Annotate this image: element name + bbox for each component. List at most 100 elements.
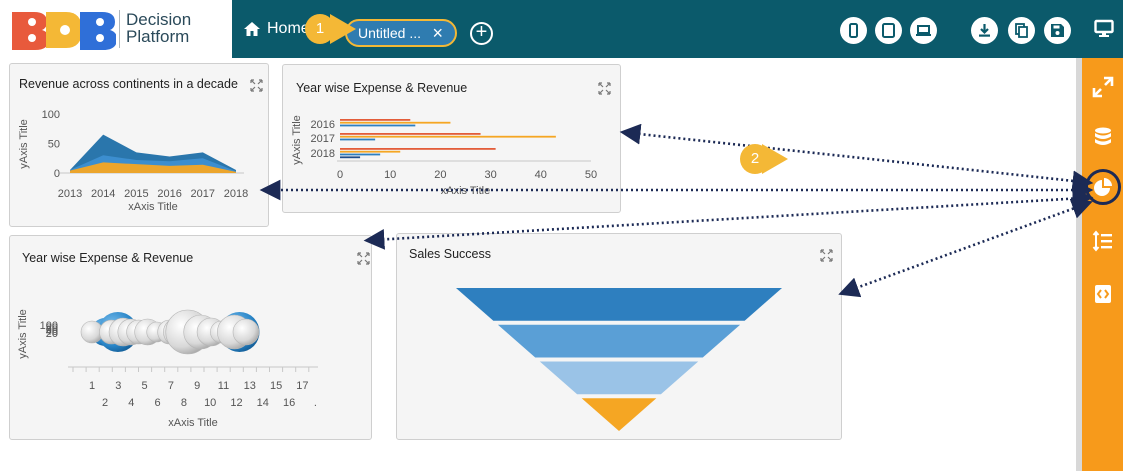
widget-funnel-chart[interactable]: Sales Success (396, 233, 842, 440)
mobile-preview-button[interactable] (840, 17, 867, 44)
dashboard-designer: Decision Platform Home Untitled ... × + (0, 0, 1123, 471)
widget-area-chart[interactable]: Revenue across continents in a decade 05… (9, 63, 269, 227)
y-tick-label: 0 (54, 168, 60, 180)
x-tick-label: 50 (585, 169, 597, 181)
x-tick-label: 2014 (91, 188, 115, 200)
arrow-to-bar-widget (619, 123, 1094, 192)
y-tick-label: 20 (46, 328, 58, 340)
y-tick-label: 2018 (311, 148, 335, 160)
widget-bubble-chart[interactable]: Year wise Expense & Revenue 100 80 60 40 20 1… (9, 235, 372, 440)
x-axis-title: xAxis Title (168, 417, 218, 429)
sort-list-icon[interactable] (1092, 230, 1114, 252)
bar (340, 138, 376, 141)
database-icon[interactable] (1092, 126, 1114, 148)
x-tick-label: 8 (181, 397, 187, 409)
logo-divider (119, 10, 120, 48)
y-axis-title: yAxis Title (291, 115, 303, 165)
properties-sidebar (1082, 58, 1123, 471)
tablet-preview-button[interactable] (875, 17, 902, 44)
top-navigation-bar: Decision Platform Home Untitled ... × + (0, 0, 1123, 58)
monitor-icon[interactable] (1094, 19, 1114, 39)
script-icon[interactable] (1092, 283, 1114, 305)
bar (340, 156, 361, 159)
laptop-preview-icon (916, 25, 931, 36)
x-tick-label: 10 (204, 397, 216, 409)
x-tick-label: 2017 (191, 188, 215, 200)
y-axis-title: yAxis Title (18, 119, 30, 169)
add-tab-button[interactable]: + (470, 22, 493, 45)
tab-close-icon[interactable]: × (432, 21, 443, 45)
download-button[interactable] (971, 17, 998, 44)
home-link[interactable]: Home (243, 20, 310, 38)
x-tick-label: 14 (257, 397, 269, 409)
x-tick-label: 7 (168, 380, 174, 392)
x-tick-label: 13 (244, 380, 256, 392)
y-tick-label: 2017 (311, 133, 335, 145)
brand-name-line1: Decision (126, 10, 192, 29)
funnel-segment (581, 398, 657, 431)
x-tick-label: 2015 (124, 188, 148, 200)
bubble (232, 318, 260, 346)
brand-logo[interactable]: Decision Platform (0, 0, 232, 58)
save-icon (1051, 24, 1064, 37)
x-tick-label: 2016 (157, 188, 181, 200)
home-icon (244, 22, 260, 36)
mobile-preview-icon (849, 23, 858, 38)
funnel-segment (497, 324, 741, 358)
x-tick-label: 40 (535, 169, 547, 181)
bar (340, 124, 416, 127)
funnel-chart (456, 288, 782, 431)
bar-chart: 2016 2017 20180 10 20 30 40 50 xAxis Title yAxis … (291, 115, 597, 197)
area-chart: 0 50 100 2013 2014 2015 2016 2017 2018 xAxis Titl… (18, 109, 248, 213)
bar (340, 121, 451, 124)
x-tick-label: 12 (230, 397, 242, 409)
save-button[interactable] (1044, 17, 1071, 44)
arrow-to-funnel-widget (838, 198, 1093, 298)
x-tick-label: 2018 (224, 188, 248, 200)
x-tick-label: 10 (384, 169, 396, 181)
x-tick-label: 6 (155, 397, 161, 409)
x-tick-label: 5 (142, 380, 148, 392)
x-axis-title: xAxis Title (128, 201, 178, 213)
bdb-logo-icon (12, 12, 116, 50)
x-tick-label: 11 (218, 380, 229, 392)
brand-name-line2: Platform (126, 27, 190, 46)
copy-button[interactable] (1008, 17, 1035, 44)
tab-label: Untitled ... (358, 25, 422, 41)
funnel-segment (456, 288, 782, 321)
y-tick-label: 50 (48, 139, 60, 151)
tablet-preview-icon (882, 23, 895, 38)
callout-badge-2: 2 (740, 144, 770, 174)
x-tick-label: 2013 (58, 188, 82, 200)
download-icon (979, 24, 990, 37)
x-tick-label: . (314, 397, 317, 409)
x-tick-label: 0 (337, 169, 343, 181)
x-tick-label: 4 (128, 397, 134, 409)
expand-icon[interactable] (1092, 76, 1114, 98)
home-label: Home (267, 20, 310, 37)
bubble-chart: 100806040201 3 5 7 9 11 13 15 172 4 6 8 10 12 14 16 .xAx… (17, 309, 318, 429)
x-tick-label: 2 (102, 397, 108, 409)
y-tick-label: 2016 (311, 119, 335, 131)
copy-icon (1015, 23, 1028, 38)
x-axis-title: xAxis Title (441, 185, 491, 197)
bar (340, 135, 556, 138)
laptop-preview-button[interactable] (910, 17, 937, 44)
bar (340, 119, 411, 121)
x-tick-label: 1 (89, 380, 95, 392)
brand-name: Decision Platform (126, 11, 191, 45)
x-tick-label: 20 (434, 169, 446, 181)
x-tick-label: 9 (194, 380, 200, 392)
x-tick-label: 16 (283, 397, 295, 409)
y-tick-label: 100 (42, 109, 60, 121)
bar (340, 133, 481, 135)
x-tick-label: 30 (484, 169, 496, 181)
funnel-segment (539, 361, 699, 395)
callout-badge-1: 1 (305, 14, 335, 44)
x-tick-label: 3 (115, 380, 121, 392)
bar (340, 150, 401, 153)
tab-untitled[interactable]: Untitled ... × (345, 19, 457, 47)
bar (340, 153, 381, 156)
widget-bar-chart[interactable]: Year wise Expense & Revenue 2016 2017 2018… (282, 64, 621, 213)
y-axis-title: yAxis Title (17, 309, 29, 359)
